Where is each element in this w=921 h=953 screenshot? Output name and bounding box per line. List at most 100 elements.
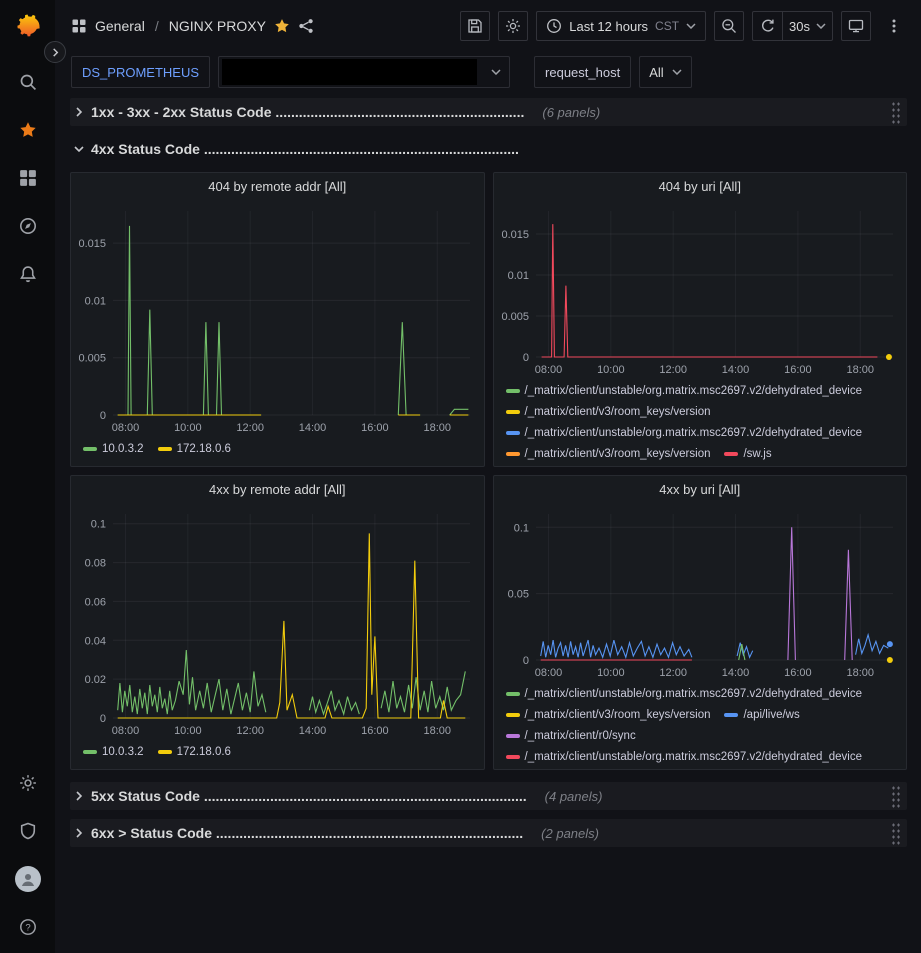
legend-swatch [724,452,738,456]
save-dashboard-button[interactable] [460,11,490,41]
svg-text:0.06: 0.06 [85,596,106,608]
chart-plot[interactable]: 08:0010:0012:0014:0016:0018:0000.0050.01… [71,201,484,437]
chart-legend: /_matrix/client/unstable/org.matrix.msc2… [494,682,907,769]
chevron-right-icon [74,828,84,838]
row-title: 1xx - 3xx - 2xx Status Code ............… [91,104,524,120]
legend-item[interactable]: /_matrix/client/v3/room_keys/version [506,444,711,463]
legend-item[interactable]: /_matrix/client/v3/room_keys/version [506,705,711,724]
topbar-actions: Last 12 hours CST [460,11,909,41]
starred-dashboards-icon[interactable] [0,106,55,154]
dashboards-icon[interactable] [0,154,55,202]
svg-text:10:00: 10:00 [174,422,202,434]
svg-text:12:00: 12:00 [659,364,687,376]
legend-item[interactable]: /_matrix/client/unstable/org.matrix.msc2… [506,381,863,400]
user-avatar[interactable] [0,855,55,903]
svg-text:18:00: 18:00 [423,725,451,737]
svg-text:10:00: 10:00 [597,667,625,679]
legend-item[interactable]: /_matrix/client/unstable/org.matrix.msc2… [506,684,863,703]
time-range-picker[interactable]: Last 12 hours CST [536,11,706,41]
svg-text:10:00: 10:00 [174,725,202,737]
tv-mode-button[interactable] [841,11,871,41]
kebab-menu-button[interactable] [879,11,909,41]
panel-title[interactable]: 404 by remote addr [All] [71,173,484,201]
explore-icon[interactable] [0,202,55,250]
row-drag-handle[interactable] [891,822,901,845]
search-icon[interactable] [0,58,55,106]
legend-label: /_matrix/client/v3/room_keys/version [525,406,711,418]
dashboard-row-6xx[interactable]: 6xx > Status Code ......................… [70,819,907,847]
help-icon[interactable]: ? [0,903,55,951]
svg-text:12:00: 12:00 [659,667,687,679]
svg-text:0.1: 0.1 [91,519,106,531]
svg-text:0: 0 [100,410,106,422]
legend-item[interactable]: 172.18.0.6 [158,439,231,458]
zoom-out-button[interactable] [714,11,744,41]
row-title: 5xx Status Code ........................… [91,788,527,804]
legend-item[interactable]: /_matrix/client/unstable/org.matrix.msc2… [506,747,863,766]
page-title: NGINX PROXY [169,18,266,34]
legend-label: 172.18.0.6 [177,443,231,455]
panel-grid: 404 by remote addr [All] 08:0010:0012:00… [70,172,907,770]
legend-swatch [506,734,520,738]
alerting-icon[interactable] [0,250,55,298]
share-icon[interactable] [298,18,314,34]
datasource-select[interactable] [218,56,510,88]
svg-text:18:00: 18:00 [846,667,874,679]
apps-grid-icon [71,18,87,34]
time-range-label: Last 12 hours [569,19,648,34]
grafana-logo[interactable] [11,10,45,44]
row-title: 6xx > Status Code ......................… [91,825,523,841]
settings-icon[interactable] [0,759,55,807]
sidebar-expand-button[interactable] [44,41,66,63]
chart-plot[interactable]: 08:0010:0012:0014:0016:0018:0000.0050.01… [494,201,907,379]
variable-label-ds-prometheus[interactable]: DS_PROMETHEUS [71,56,210,88]
submenu: DS_PROMETHEUS request_host All [55,52,921,92]
legend-item[interactable]: 10.0.3.2 [83,742,144,761]
legend-item[interactable]: 172.18.0.6 [158,742,231,761]
legend-swatch [506,410,520,414]
dashboard-row-1xx-3xx-2xx[interactable]: 1xx - 3xx - 2xx Status Code ............… [70,98,907,126]
main-area: General / NGINX PROXY [55,0,921,953]
admin-shield-icon[interactable] [0,807,55,855]
svg-text:0.08: 0.08 [85,558,106,570]
legend-item[interactable]: /sw.js [724,444,771,463]
chart-plot[interactable]: 08:0010:0012:0014:0016:0018:0000.020.040… [71,504,484,740]
dashboard-settings-button[interactable] [498,11,528,41]
dashboard-row-4xx[interactable]: 4xx Status Code ........................… [70,135,907,163]
panel-title[interactable]: 404 by uri [All] [494,173,907,201]
legend-item[interactable]: 10.0.3.2 [83,439,144,458]
svg-text:0.1: 0.1 [513,522,528,534]
svg-text:08:00: 08:00 [112,725,140,737]
variable-label-request-host: request_host [534,56,631,88]
svg-text:0.02: 0.02 [85,674,106,686]
panel-title[interactable]: 4xx by uri [All] [494,476,907,504]
breadcrumb-separator: / [155,18,159,34]
legend-label: /_matrix/client/unstable/org.matrix.msc2… [525,427,863,439]
legend-label: /sw.js [743,448,771,460]
legend-swatch [724,713,738,717]
panel-title[interactable]: 4xx by remote addr [All] [71,476,484,504]
legend-item[interactable]: /api/live/ws [724,705,799,724]
refresh-interval-dropdown[interactable]: 30s [782,11,833,41]
row-drag-handle[interactable] [891,785,901,808]
legend-item[interactable]: /_matrix/client/v3/room_keys/version [506,402,711,421]
chart-legend: 10.0.3.2 172.18.0.6 [71,437,484,466]
svg-text:18:00: 18:00 [846,364,874,376]
chart-plot[interactable]: 08:0010:0012:0014:0016:0018:0000.050.1 [494,504,907,682]
legend-swatch [83,447,97,451]
legend-swatch [158,447,172,451]
legend-swatch [83,750,97,754]
legend-item[interactable]: /_matrix/client/r0/sync [506,726,636,745]
favorite-star-icon[interactable] [274,18,290,34]
row-title: 4xx Status Code ........................… [91,141,519,157]
row-drag-handle[interactable] [891,101,901,124]
svg-text:0.015: 0.015 [78,238,106,250]
refresh-button[interactable] [752,11,782,41]
breadcrumb-section[interactable]: General [95,18,145,34]
request-host-select[interactable]: All [639,56,691,88]
chevron-down-icon [816,23,826,29]
legend-item[interactable]: /_matrix/client/unstable/org.matrix.msc2… [506,423,863,442]
dashboard-row-5xx[interactable]: 5xx Status Code ........................… [70,782,907,810]
svg-text:12:00: 12:00 [236,725,264,737]
legend-label: /_matrix/client/unstable/org.matrix.msc2… [525,385,863,397]
